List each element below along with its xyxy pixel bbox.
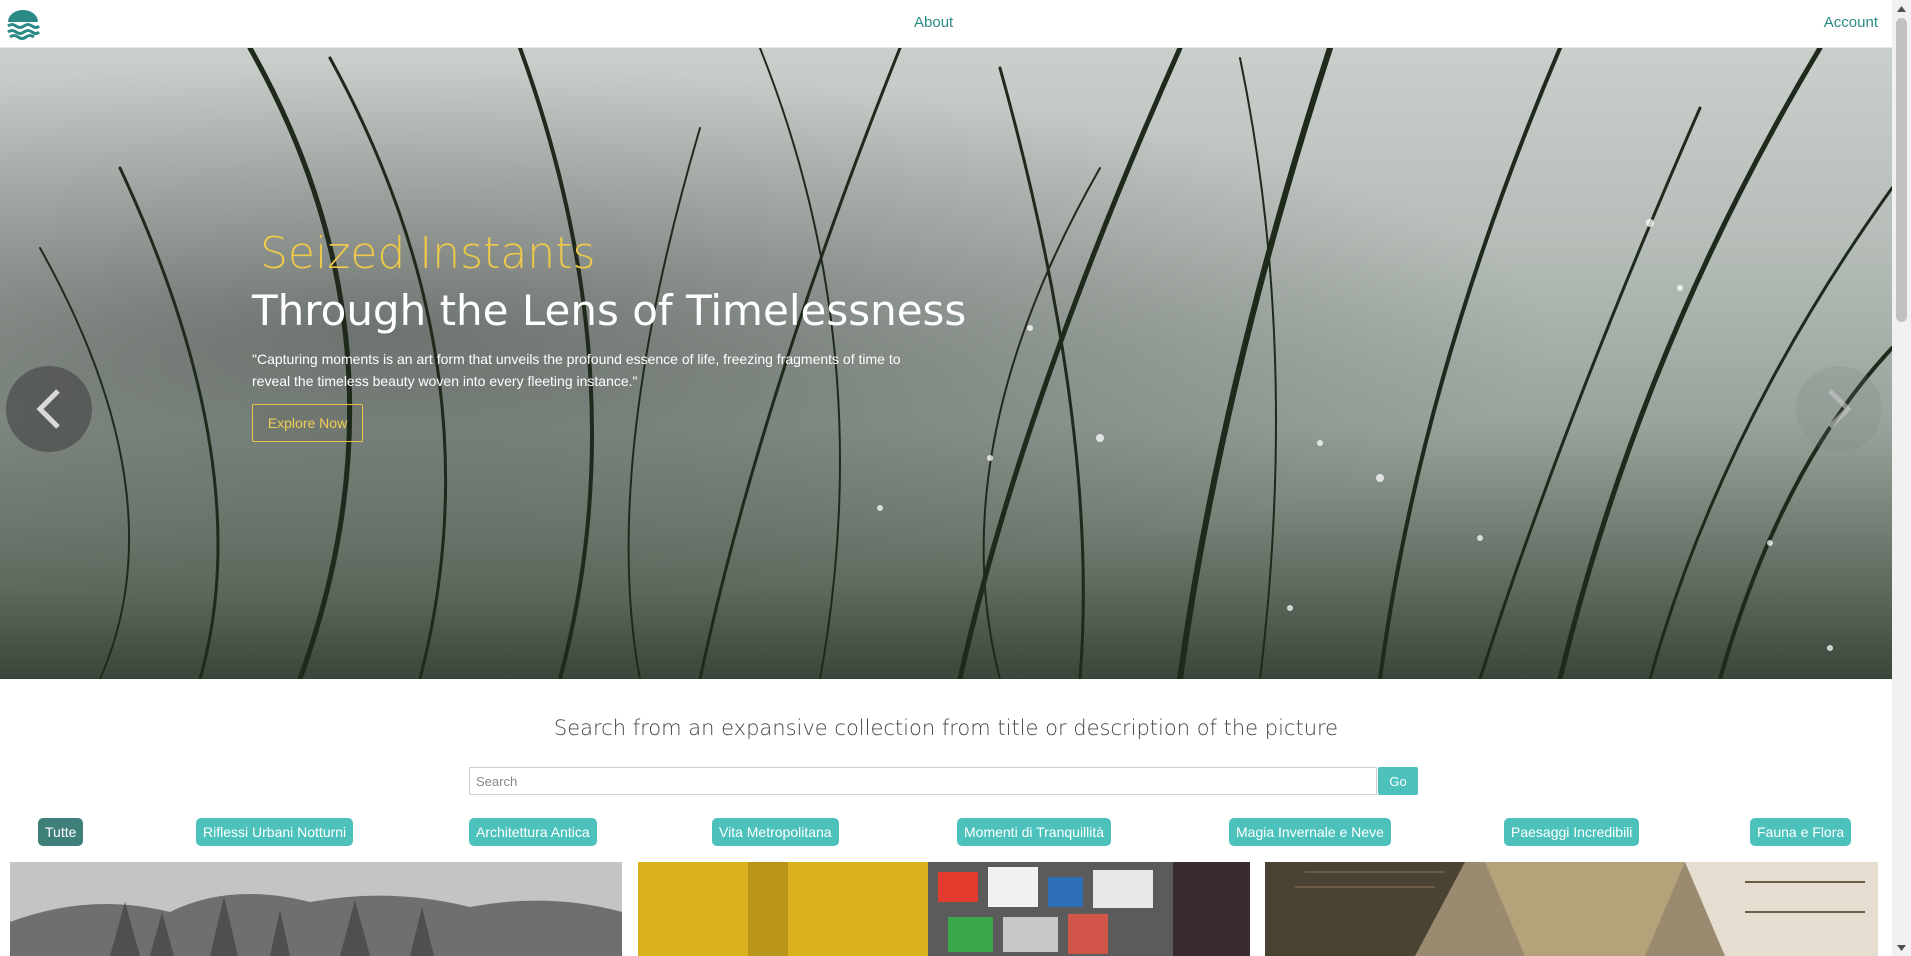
gallery-image xyxy=(1265,862,1878,956)
chevron-right-icon xyxy=(1828,389,1852,429)
page-scrollbar[interactable] xyxy=(1892,0,1911,956)
gallery-image xyxy=(638,862,1250,956)
carousel-next-button[interactable] xyxy=(1796,366,1882,452)
search-input[interactable] xyxy=(469,767,1377,795)
waves-logo-icon[interactable] xyxy=(6,10,41,40)
gallery-card-street-stickers[interactable] xyxy=(638,862,1250,956)
scroll-down-arrow-icon[interactable] xyxy=(1892,939,1911,956)
category-pill-magia-invernale-e-neve[interactable]: Magia Invernale e Neve xyxy=(1229,818,1391,846)
carousel-prev-button[interactable] xyxy=(6,366,92,452)
hero-carousel: Seized Instants Through the Lens of Time… xyxy=(0,48,1892,679)
hero-subtitle: Seized Instants xyxy=(260,228,596,279)
search-heading: Search from an expansive collection from… xyxy=(553,716,1339,740)
scrollbar-thumb[interactable] xyxy=(1896,18,1907,322)
explore-now-button[interactable]: Explore Now xyxy=(252,404,363,442)
hero-title: Through the Lens of Timelessness xyxy=(252,286,967,335)
category-pill-tutte[interactable]: Tutte xyxy=(38,818,84,846)
chevron-left-icon xyxy=(36,389,60,429)
navbar: About Account xyxy=(0,0,1892,48)
category-pill-paesaggi-incredibili[interactable]: Paesaggi Incredibili xyxy=(1504,818,1640,846)
gallery-card-winter-forest[interactable] xyxy=(10,862,622,956)
category-pill-vita-metropolitana[interactable]: Vita Metropolitana xyxy=(712,818,839,846)
gallery-image xyxy=(10,862,622,956)
category-pill-architettura-antica[interactable]: Architettura Antica xyxy=(469,818,597,846)
category-pill-momenti-di-tranquillita[interactable]: Momenti di Tranquillità xyxy=(957,818,1112,846)
search-go-button[interactable]: Go xyxy=(1378,767,1418,795)
hero-quote: "Capturing moments is an art form that u… xyxy=(252,351,901,389)
scroll-up-arrow-icon[interactable] xyxy=(1892,0,1911,17)
nav-about-link[interactable]: About xyxy=(914,14,953,31)
category-pill-riflessi-urbani-notturni[interactable]: Riflessi Urbani Notturni xyxy=(196,818,354,846)
gallery-card-ancient-architecture[interactable] xyxy=(1265,862,1878,956)
category-pill-fauna-e-flora[interactable]: Fauna e Flora xyxy=(1750,818,1852,846)
nav-account-link[interactable]: Account xyxy=(1824,14,1878,31)
